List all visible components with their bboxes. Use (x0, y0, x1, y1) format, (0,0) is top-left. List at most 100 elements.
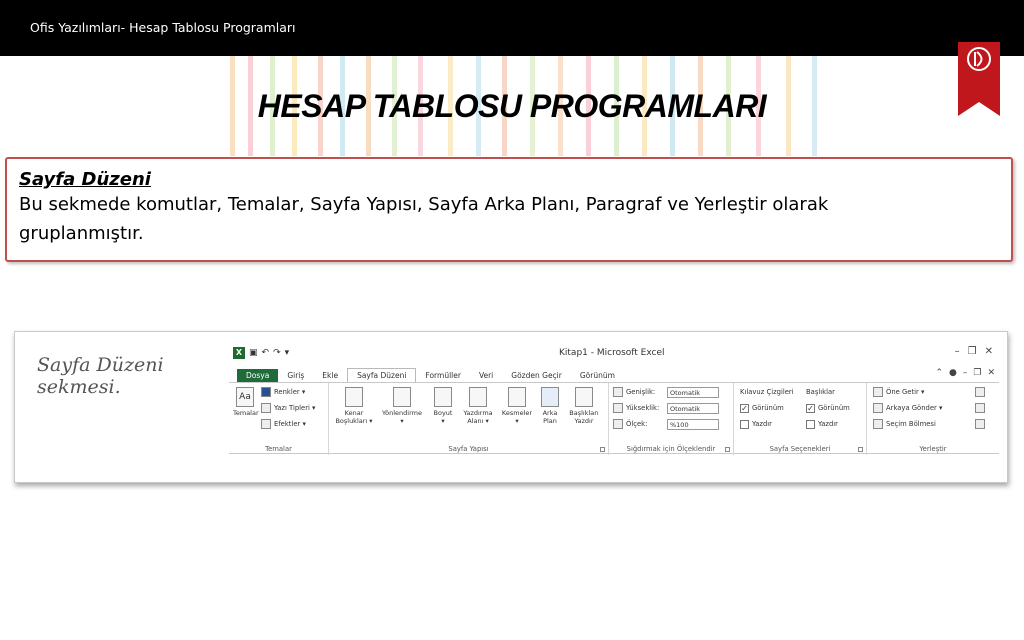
efektler-button[interactable]: Efektler ▾ (261, 417, 306, 431)
yonlendirme-label-2: ▾ (400, 417, 404, 425)
rotate-button[interactable] (975, 417, 985, 431)
background-icon (541, 387, 559, 407)
genislik-select[interactable]: Otomatik (667, 386, 719, 398)
window-title: Kitap1 - Microsoft Excel (559, 348, 665, 358)
sigdirmak-launcher-icon[interactable] (725, 447, 730, 452)
tab-ekle[interactable]: Ekle (313, 369, 347, 382)
redo-icon[interactable]: ↷ (273, 348, 281, 358)
tab-dosya[interactable]: Dosya (237, 369, 279, 382)
breaks-icon (508, 387, 526, 407)
undo-icon[interactable]: ↶ (262, 348, 270, 358)
excel-icon: X (233, 347, 245, 359)
slide: Ofis Yazılımları- Hesap Tablosu Programl… (0, 0, 1024, 640)
group-sigdirmak-name: Sığdırmak için Ölçeklendir (626, 445, 716, 453)
screenshot-caption-line-1: Sayfa Düzeni (37, 354, 164, 376)
excel-titlebar: X ▣ ↶ ↷ ▾ Kitap1 - Microsoft Excel – ❐ ✕ (229, 342, 999, 364)
sayfa-yapisi-launcher-icon[interactable] (600, 447, 605, 452)
kilavuz-yazdir-checkbox[interactable]: Yazdır (740, 417, 772, 431)
save-icon[interactable]: ▣ (249, 348, 258, 358)
group-icon (975, 403, 985, 413)
window-controls: – ❐ ✕ (955, 346, 993, 357)
group-sayfa-yapisi: Kenar Boşlukları ▾ Yönlendirme ▾ Boyut ▾ (329, 383, 609, 455)
tab-gozden-gecir[interactable]: Gözden Geçir (502, 369, 571, 382)
temalar-button-label: Temalar (233, 409, 259, 417)
yonlendirme-button[interactable]: Yönlendirme ▾ (379, 387, 425, 425)
yukseklik-row: Yükseklik: Otomatik (613, 401, 719, 415)
ribbon-collapse-icon[interactable]: ⌃ (935, 368, 943, 378)
olcek-stepper[interactable]: %100 (667, 418, 719, 430)
boyut-button[interactable]: Boyut ▾ (429, 387, 457, 425)
align-icon (975, 387, 985, 397)
group-temalar: Aa Temalar Renkler ▾ Yazı Tipleri ▾ Efek… (229, 383, 329, 455)
group-sigdirmak: Genişlik: Otomatik Yükseklik: Otomatik Ö… (609, 383, 734, 455)
print-area-icon (469, 387, 487, 407)
kenar-bosluklari-button[interactable]: Kenar Boşlukları ▾ (333, 387, 375, 425)
baslik-gorunum-label: Görünüm (818, 404, 850, 412)
selection-pane-icon (873, 419, 883, 429)
yazdirma-label-1: Yazdırma (463, 409, 493, 417)
olcek-label: Ölçek: (626, 420, 648, 428)
group-sayfa-secenekleri-name: Sayfa Seçenekleri (769, 445, 831, 453)
orientation-icon (393, 387, 411, 407)
yazdirma-alani-button[interactable]: Yazdırma Alanı ▾ (459, 387, 497, 425)
arkaya-gonder-label: Arkaya Gönder ▾ (886, 404, 943, 412)
send-backward-icon (873, 403, 883, 413)
align-button[interactable] (975, 385, 985, 399)
fonts-icon (261, 403, 271, 413)
minimize-icon[interactable]: – (963, 368, 968, 378)
arka-plan-label-2: Plan (543, 417, 557, 425)
group-sayfa-secenekleri: Kılavuz Çizgileri Başlıklar ✓ Görünüm ✓ … (734, 383, 867, 455)
unchecked-icon (740, 419, 749, 429)
group-temalar-name: Temalar (265, 445, 292, 453)
basliklari-label-1: Başlıkları (569, 409, 599, 417)
close-icon[interactable]: ✕ (985, 346, 993, 357)
yazi-tipleri-button[interactable]: Yazı Tipleri ▾ (261, 401, 315, 415)
tab-sayfa-duzeni[interactable]: Sayfa Düzeni (347, 368, 417, 382)
checked-icon: ✓ (806, 403, 815, 413)
group-objects-button[interactable] (975, 401, 985, 415)
tab-right-controls: ⌃ ● – ❐ ✕ (935, 368, 995, 378)
help-icon[interactable]: ● (949, 368, 957, 378)
yukseklik-select[interactable]: Otomatik (667, 402, 719, 414)
baslik-gorunum-checkbox[interactable]: ✓ Görünüm (806, 401, 850, 415)
temalar-button[interactable]: Aa Temalar (233, 387, 259, 417)
secim-bolmesi-button[interactable]: Seçim Bölmesi (873, 417, 936, 431)
sayfa-secenekleri-launcher-icon[interactable] (858, 447, 863, 452)
group-sayfa-yapisi-name: Sayfa Yapısı (448, 445, 489, 453)
description-box: Sayfa Düzeni Bu sekmede komutlar, Temala… (5, 157, 1013, 262)
tab-veri[interactable]: Veri (470, 369, 502, 382)
one-getir-label: Öne Getir ▾ (886, 388, 925, 396)
renkler-button[interactable]: Renkler ▾ (261, 385, 305, 399)
genislik-row: Genişlik: Otomatik (613, 385, 719, 399)
yukseklik-label: Yükseklik: (626, 404, 660, 412)
bring-forward-icon (873, 387, 883, 397)
secim-bolmesi-label: Seçim Bölmesi (886, 420, 936, 428)
basliklari-yazdir-button[interactable]: Başlıkları Yazdır (565, 387, 603, 425)
kilavuz-gorunum-checkbox[interactable]: ✓ Görünüm (740, 401, 784, 415)
kesmeler-button[interactable]: Kesmeler ▾ (499, 387, 535, 425)
arkaya-gonder-button[interactable]: Arkaya Gönder ▾ (873, 401, 942, 415)
minimize-icon[interactable]: – (955, 346, 960, 357)
restore-icon[interactable]: ❐ (973, 368, 981, 378)
baslik-yazdir-checkbox[interactable]: Yazdır (806, 417, 838, 431)
customize-qat-icon[interactable]: ▾ (285, 348, 290, 358)
tab-giris[interactable]: Giriş (278, 369, 313, 382)
restore-icon[interactable]: ❐ (968, 346, 977, 357)
tab-formuller[interactable]: Formüller (416, 369, 470, 382)
one-getir-button[interactable]: Öne Getir ▾ (873, 385, 924, 399)
kesmeler-label-2: ▾ (515, 417, 519, 425)
basliklar-title: Başlıklar (806, 388, 835, 396)
ribbon: Aa Temalar Renkler ▾ Yazı Tipleri ▾ Efek… (229, 382, 999, 455)
close-icon[interactable]: ✕ (987, 368, 995, 378)
kenar-label-1: Kenar (344, 409, 364, 417)
kesmeler-label-1: Kesmeler (501, 409, 533, 417)
colors-icon (261, 387, 271, 397)
effects-icon (261, 419, 271, 429)
tab-gorunum[interactable]: Görünüm (571, 369, 624, 382)
arka-plan-button[interactable]: Arka Plan (537, 387, 563, 425)
header-title: Ofis Yazılımları- Hesap Tablosu Programl… (30, 20, 296, 35)
slide-title: HESAP TABLOSU PROGRAMLARI (257, 88, 767, 124)
ribbon-screenshot: Sayfa Düzeni sekmesi. X ▣ ↶ ↷ ▾ Kitap1 -… (14, 331, 1008, 483)
height-icon (613, 403, 623, 413)
description-heading: Sayfa Düzeni (19, 169, 151, 190)
